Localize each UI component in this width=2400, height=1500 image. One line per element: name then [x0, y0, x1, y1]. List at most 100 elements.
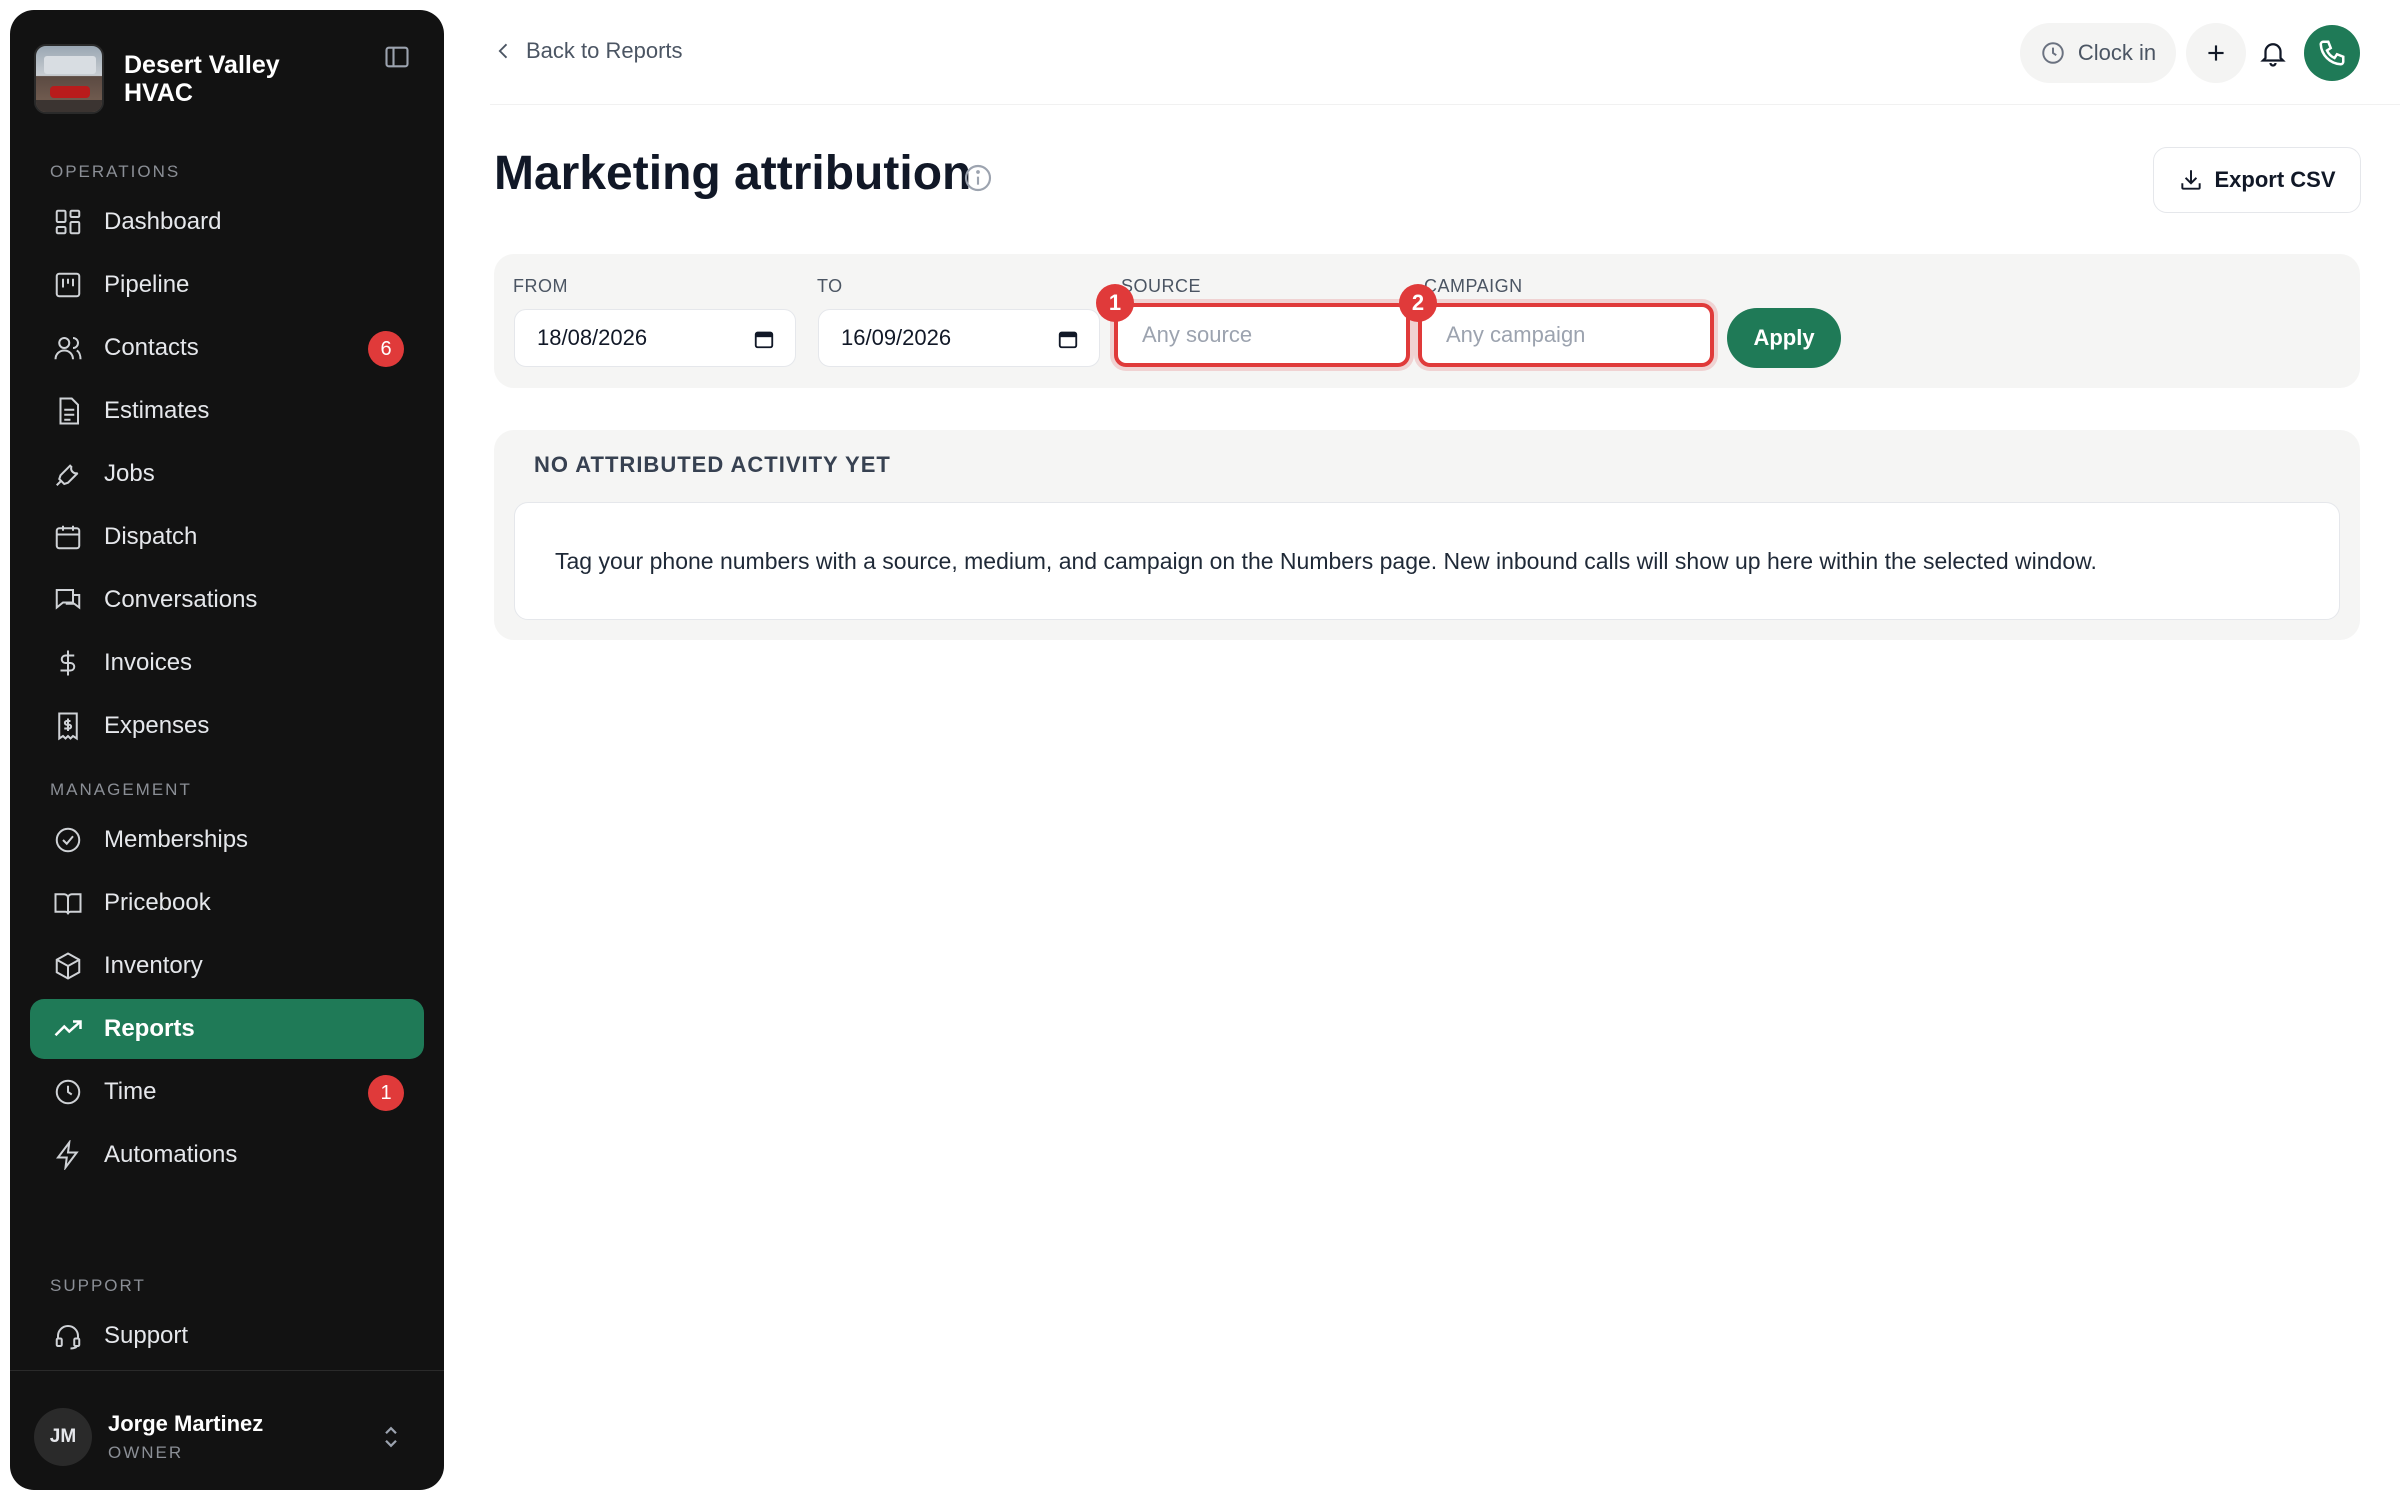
to-date-value: 16/09/2026 [841, 325, 952, 350]
sidebar-item-estimates[interactable]: Estimates [30, 381, 424, 441]
source-placeholder: Any source [1142, 322, 1253, 347]
sidebar-item-label: Inventory [104, 952, 203, 979]
wrench-icon [52, 458, 84, 490]
export-csv-button[interactable]: Export CSV [2153, 147, 2361, 213]
pipeline-icon [52, 269, 84, 301]
annotation-marker-2: 2 [1399, 284, 1437, 322]
sidebar-item-label: Time [104, 1078, 157, 1105]
time-count-badge: 1 [368, 1075, 404, 1111]
sidebar-toggle-icon[interactable] [380, 40, 414, 74]
bolt-icon [52, 1139, 84, 1171]
user-name: Jorge Martinez [108, 1411, 264, 1436]
check-badge-icon [52, 824, 84, 856]
empty-state-message: Tag your phone numbers with a source, me… [555, 547, 2097, 574]
sidebar-item-label: Pipeline [104, 271, 190, 298]
calendar-icon [52, 521, 84, 553]
headset-icon [52, 1320, 84, 1352]
campaign-placeholder: Any campaign [1446, 322, 1586, 347]
dashboard-icon [52, 206, 84, 238]
sidebar-item-label: Invoices [104, 649, 193, 676]
clock-in-label: Clock in [2077, 40, 2157, 65]
sidebar-item-time[interactable]: Time 1 [30, 1062, 424, 1122]
sidebar-item-label: Reports [104, 1015, 195, 1042]
chevron-left-icon [498, 43, 508, 59]
phone-button[interactable] [2304, 25, 2360, 81]
from-date-value: 18/08/2026 [537, 325, 648, 350]
sidebar-item-dashboard[interactable]: Dashboard [30, 192, 424, 252]
empty-state-panel: NO ATTRIBUTED ACTIVITY YET Tag your phon… [494, 430, 2360, 640]
user-menu[interactable]: JM Jorge Martinez OWNER [34, 1402, 420, 1472]
brand-logo [34, 44, 104, 114]
sidebar-item-label: Jobs [104, 460, 155, 487]
calendar-icon[interactable] [1057, 328, 1079, 350]
page-title: Marketing attribution [494, 147, 972, 200]
sidebar-item-memberships[interactable]: Memberships [30, 810, 424, 870]
from-label: FROM [513, 276, 568, 296]
empty-state-title: NO ATTRIBUTED ACTIVITY YET [534, 452, 891, 477]
annotation-marker-1: 1 [1096, 284, 1134, 322]
sidebar-item-label: Conversations [104, 586, 258, 613]
sidebar-item-contacts[interactable]: Contacts 6 [30, 318, 424, 378]
clock-icon [52, 1076, 84, 1108]
info-icon[interactable] [962, 162, 994, 194]
contacts-count-badge: 6 [368, 331, 404, 367]
chevron-up-down-icon [385, 1426, 397, 1448]
sidebar-item-jobs[interactable]: Jobs [30, 444, 424, 504]
sidebar-item-dispatch[interactable]: Dispatch [30, 507, 424, 567]
sidebar-item-automations[interactable]: Automations [30, 1125, 424, 1185]
phone-icon [2319, 40, 2345, 66]
sidebar-item-label: Estimates [104, 397, 210, 424]
sidebar-item-reports[interactable]: Reports [30, 999, 424, 1059]
sidebar: Desert Valley HVAC OPERATIONS Dashboard … [10, 10, 444, 1490]
dollar-icon [52, 647, 84, 679]
sidebar-item-label: Expenses [104, 712, 210, 739]
source-input[interactable]: Any source [1114, 303, 1410, 367]
from-date-input[interactable]: 18/08/2026 [514, 309, 796, 367]
sidebar-item-label: Contacts [104, 334, 199, 361]
campaign-label: CAMPAIGN [1424, 276, 1523, 296]
to-date-input[interactable]: 16/09/2026 [818, 309, 1100, 367]
quick-add-button[interactable] [2186, 23, 2246, 83]
clock-icon [2042, 42, 2064, 64]
section-label-support: SUPPORT [50, 1276, 146, 1295]
plus-icon [2208, 45, 2224, 61]
sidebar-item-inventory[interactable]: Inventory [30, 936, 424, 996]
contacts-icon [52, 332, 84, 364]
clock-in-button[interactable]: Clock in [2020, 23, 2176, 83]
sidebar-item-label: Memberships [104, 826, 249, 853]
source-label: SOURCE [1121, 276, 1202, 296]
book-icon [52, 887, 84, 919]
document-icon [52, 395, 84, 427]
sidebar-item-invoices[interactable]: Invoices [30, 633, 424, 693]
bell-icon [2260, 43, 2286, 67]
sidebar-item-label: Pricebook [104, 889, 211, 916]
sidebar-item-label: Dispatch [104, 523, 198, 550]
brand[interactable]: Desert Valley HVAC [34, 34, 420, 124]
section-label-operations: OPERATIONS [50, 162, 181, 181]
campaign-input[interactable]: Any campaign [1418, 303, 1714, 367]
calendar-icon[interactable] [753, 328, 775, 350]
empty-state-card: Tag your phone numbers with a source, me… [514, 502, 2340, 620]
notifications-button[interactable] [2246, 23, 2300, 83]
brand-name: Desert Valley HVAC [124, 51, 280, 107]
apply-button[interactable]: Apply [1727, 308, 1841, 368]
receipt-icon [52, 710, 84, 742]
sidebar-item-support[interactable]: Support [30, 1306, 424, 1366]
sidebar-item-expenses[interactable]: Expenses [30, 696, 424, 756]
user-role: OWNER [108, 1443, 184, 1462]
sidebar-item-pipeline[interactable]: Pipeline [30, 255, 424, 315]
section-label-management: MANAGEMENT [50, 780, 192, 799]
export-csv-label: Export CSV [2214, 167, 2336, 192]
back-link-label: Back to Reports [526, 38, 683, 63]
sidebar-divider [10, 1370, 444, 1371]
back-to-reports-link[interactable]: Back to Reports [494, 38, 683, 64]
chat-icon [52, 584, 84, 616]
header-divider [490, 104, 2400, 105]
sidebar-item-pricebook[interactable]: Pricebook [30, 873, 424, 933]
sidebar-item-label: Automations [104, 1141, 238, 1168]
to-label: TO [817, 276, 843, 296]
trending-icon [52, 1013, 84, 1045]
sidebar-item-label: Support [104, 1322, 189, 1349]
avatar: JM [34, 1408, 92, 1466]
sidebar-item-conversations[interactable]: Conversations [30, 570, 424, 630]
